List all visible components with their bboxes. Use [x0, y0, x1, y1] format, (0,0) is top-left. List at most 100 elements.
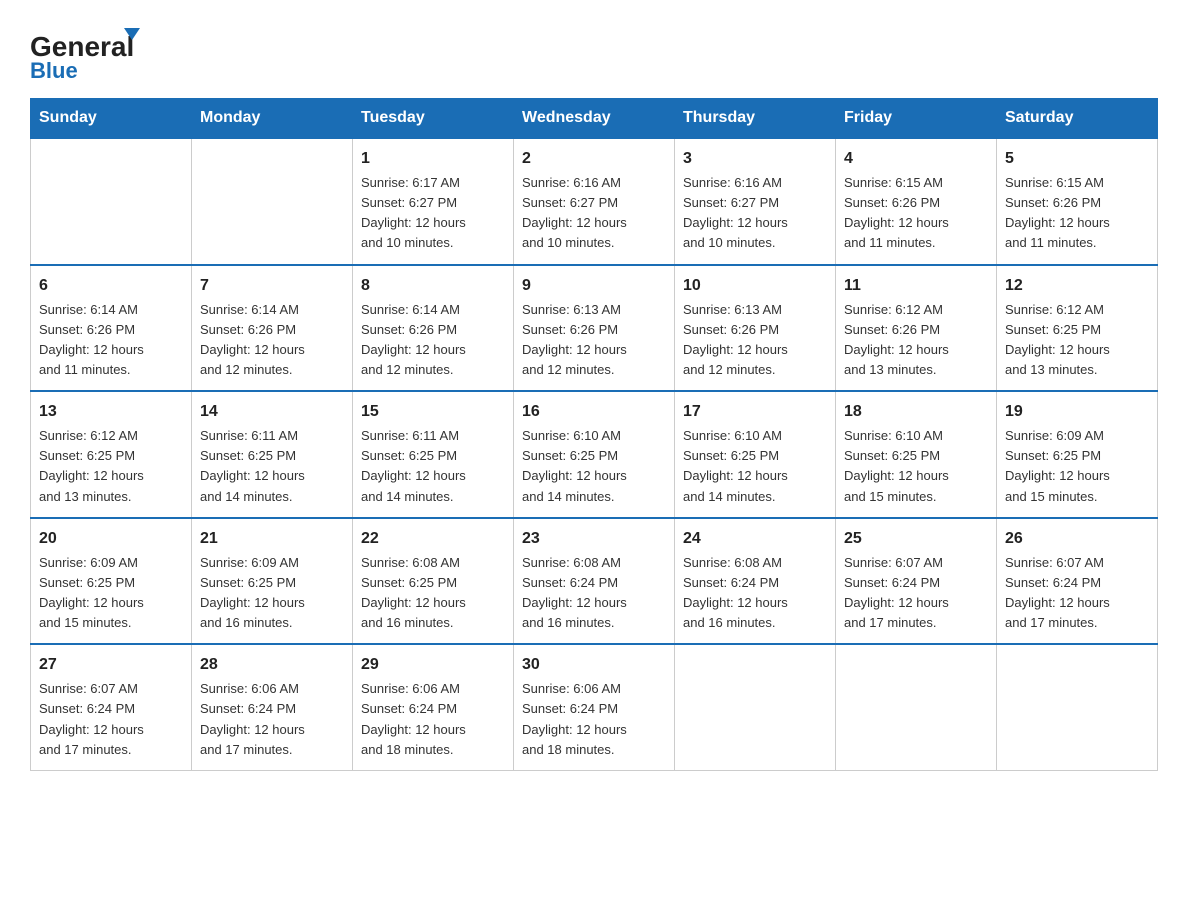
day-info: Sunrise: 6:08 AMSunset: 6:24 PMDaylight:… [683, 553, 827, 634]
day-info: Sunrise: 6:10 AMSunset: 6:25 PMDaylight:… [683, 426, 827, 507]
day-info: Sunrise: 6:12 AMSunset: 6:25 PMDaylight:… [1005, 300, 1149, 381]
day-number: 14 [200, 400, 344, 424]
day-number: 4 [844, 147, 988, 171]
calendar-day-empty [997, 644, 1158, 770]
calendar-day-11: 11Sunrise: 6:12 AMSunset: 6:26 PMDayligh… [836, 265, 997, 392]
calendar-week-row: 27Sunrise: 6:07 AMSunset: 6:24 PMDayligh… [31, 644, 1158, 770]
day-number: 5 [1005, 147, 1149, 171]
calendar-day-20: 20Sunrise: 6:09 AMSunset: 6:25 PMDayligh… [31, 518, 192, 645]
day-info: Sunrise: 6:08 AMSunset: 6:25 PMDaylight:… [361, 553, 505, 634]
day-number: 22 [361, 527, 505, 551]
day-info: Sunrise: 6:09 AMSunset: 6:25 PMDaylight:… [39, 553, 183, 634]
calendar-week-row: 1Sunrise: 6:17 AMSunset: 6:27 PMDaylight… [31, 138, 1158, 265]
calendar-table: SundayMondayTuesdayWednesdayThursdayFrid… [30, 98, 1158, 771]
day-info: Sunrise: 6:10 AMSunset: 6:25 PMDaylight:… [844, 426, 988, 507]
day-number: 23 [522, 527, 666, 551]
calendar-day-8: 8Sunrise: 6:14 AMSunset: 6:26 PMDaylight… [353, 265, 514, 392]
day-info: Sunrise: 6:16 AMSunset: 6:27 PMDaylight:… [522, 173, 666, 254]
calendar-day-7: 7Sunrise: 6:14 AMSunset: 6:26 PMDaylight… [192, 265, 353, 392]
calendar-day-empty [836, 644, 997, 770]
day-number: 29 [361, 653, 505, 677]
day-info: Sunrise: 6:10 AMSunset: 6:25 PMDaylight:… [522, 426, 666, 507]
day-number: 11 [844, 274, 988, 298]
day-header-thursday: Thursday [675, 99, 836, 139]
calendar-day-23: 23Sunrise: 6:08 AMSunset: 6:24 PMDayligh… [514, 518, 675, 645]
day-header-tuesday: Tuesday [353, 99, 514, 139]
day-number: 27 [39, 653, 183, 677]
calendar-day-15: 15Sunrise: 6:11 AMSunset: 6:25 PMDayligh… [353, 391, 514, 518]
day-info: Sunrise: 6:14 AMSunset: 6:26 PMDaylight:… [200, 300, 344, 381]
calendar-day-empty [192, 138, 353, 265]
calendar-day-18: 18Sunrise: 6:10 AMSunset: 6:25 PMDayligh… [836, 391, 997, 518]
day-number: 19 [1005, 400, 1149, 424]
calendar-day-21: 21Sunrise: 6:09 AMSunset: 6:25 PMDayligh… [192, 518, 353, 645]
day-info: Sunrise: 6:07 AMSunset: 6:24 PMDaylight:… [844, 553, 988, 634]
calendar-day-25: 25Sunrise: 6:07 AMSunset: 6:24 PMDayligh… [836, 518, 997, 645]
calendar-header-row: SundayMondayTuesdayWednesdayThursdayFrid… [31, 99, 1158, 139]
calendar-day-19: 19Sunrise: 6:09 AMSunset: 6:25 PMDayligh… [997, 391, 1158, 518]
day-number: 8 [361, 274, 505, 298]
day-info: Sunrise: 6:15 AMSunset: 6:26 PMDaylight:… [1005, 173, 1149, 254]
day-header-saturday: Saturday [997, 99, 1158, 139]
day-number: 7 [200, 274, 344, 298]
calendar-day-empty [31, 138, 192, 265]
calendar-day-14: 14Sunrise: 6:11 AMSunset: 6:25 PMDayligh… [192, 391, 353, 518]
calendar-day-4: 4Sunrise: 6:15 AMSunset: 6:26 PMDaylight… [836, 138, 997, 265]
calendar-day-22: 22Sunrise: 6:08 AMSunset: 6:25 PMDayligh… [353, 518, 514, 645]
calendar-day-3: 3Sunrise: 6:16 AMSunset: 6:27 PMDaylight… [675, 138, 836, 265]
day-number: 1 [361, 147, 505, 171]
calendar-day-5: 5Sunrise: 6:15 AMSunset: 6:26 PMDaylight… [997, 138, 1158, 265]
calendar-day-2: 2Sunrise: 6:16 AMSunset: 6:27 PMDaylight… [514, 138, 675, 265]
day-info: Sunrise: 6:06 AMSunset: 6:24 PMDaylight:… [200, 679, 344, 760]
day-info: Sunrise: 6:09 AMSunset: 6:25 PMDaylight:… [1005, 426, 1149, 507]
calendar-week-row: 20Sunrise: 6:09 AMSunset: 6:25 PMDayligh… [31, 518, 1158, 645]
day-number: 16 [522, 400, 666, 424]
calendar-day-13: 13Sunrise: 6:12 AMSunset: 6:25 PMDayligh… [31, 391, 192, 518]
day-info: Sunrise: 6:17 AMSunset: 6:27 PMDaylight:… [361, 173, 505, 254]
day-header-friday: Friday [836, 99, 997, 139]
calendar-day-24: 24Sunrise: 6:08 AMSunset: 6:24 PMDayligh… [675, 518, 836, 645]
day-info: Sunrise: 6:13 AMSunset: 6:26 PMDaylight:… [683, 300, 827, 381]
day-info: Sunrise: 6:13 AMSunset: 6:26 PMDaylight:… [522, 300, 666, 381]
day-info: Sunrise: 6:09 AMSunset: 6:25 PMDaylight:… [200, 553, 344, 634]
calendar-day-16: 16Sunrise: 6:10 AMSunset: 6:25 PMDayligh… [514, 391, 675, 518]
day-info: Sunrise: 6:11 AMSunset: 6:25 PMDaylight:… [361, 426, 505, 507]
day-number: 6 [39, 274, 183, 298]
calendar-day-6: 6Sunrise: 6:14 AMSunset: 6:26 PMDaylight… [31, 265, 192, 392]
day-number: 9 [522, 274, 666, 298]
day-number: 18 [844, 400, 988, 424]
day-info: Sunrise: 6:07 AMSunset: 6:24 PMDaylight:… [39, 679, 183, 760]
calendar-day-27: 27Sunrise: 6:07 AMSunset: 6:24 PMDayligh… [31, 644, 192, 770]
day-info: Sunrise: 6:07 AMSunset: 6:24 PMDaylight:… [1005, 553, 1149, 634]
day-number: 28 [200, 653, 344, 677]
calendar-week-row: 13Sunrise: 6:12 AMSunset: 6:25 PMDayligh… [31, 391, 1158, 518]
day-info: Sunrise: 6:12 AMSunset: 6:25 PMDaylight:… [39, 426, 183, 507]
day-info: Sunrise: 6:15 AMSunset: 6:26 PMDaylight:… [844, 173, 988, 254]
day-info: Sunrise: 6:14 AMSunset: 6:26 PMDaylight:… [361, 300, 505, 381]
day-info: Sunrise: 6:12 AMSunset: 6:26 PMDaylight:… [844, 300, 988, 381]
day-number: 3 [683, 147, 827, 171]
calendar-day-10: 10Sunrise: 6:13 AMSunset: 6:26 PMDayligh… [675, 265, 836, 392]
calendar-day-12: 12Sunrise: 6:12 AMSunset: 6:25 PMDayligh… [997, 265, 1158, 392]
calendar-day-30: 30Sunrise: 6:06 AMSunset: 6:24 PMDayligh… [514, 644, 675, 770]
day-number: 25 [844, 527, 988, 551]
day-number: 26 [1005, 527, 1149, 551]
day-info: Sunrise: 6:11 AMSunset: 6:25 PMDaylight:… [200, 426, 344, 507]
day-info: Sunrise: 6:06 AMSunset: 6:24 PMDaylight:… [361, 679, 505, 760]
day-info: Sunrise: 6:08 AMSunset: 6:24 PMDaylight:… [522, 553, 666, 634]
calendar-day-1: 1Sunrise: 6:17 AMSunset: 6:27 PMDaylight… [353, 138, 514, 265]
calendar-day-26: 26Sunrise: 6:07 AMSunset: 6:24 PMDayligh… [997, 518, 1158, 645]
day-number: 10 [683, 274, 827, 298]
calendar-day-28: 28Sunrise: 6:06 AMSunset: 6:24 PMDayligh… [192, 644, 353, 770]
calendar-day-empty [675, 644, 836, 770]
day-info: Sunrise: 6:06 AMSunset: 6:24 PMDaylight:… [522, 679, 666, 760]
logo: General Blue [30, 20, 150, 80]
day-number: 20 [39, 527, 183, 551]
logo-svg: General Blue [30, 20, 150, 80]
day-number: 30 [522, 653, 666, 677]
day-header-monday: Monday [192, 99, 353, 139]
day-number: 13 [39, 400, 183, 424]
day-number: 17 [683, 400, 827, 424]
calendar-day-9: 9Sunrise: 6:13 AMSunset: 6:26 PMDaylight… [514, 265, 675, 392]
day-info: Sunrise: 6:14 AMSunset: 6:26 PMDaylight:… [39, 300, 183, 381]
